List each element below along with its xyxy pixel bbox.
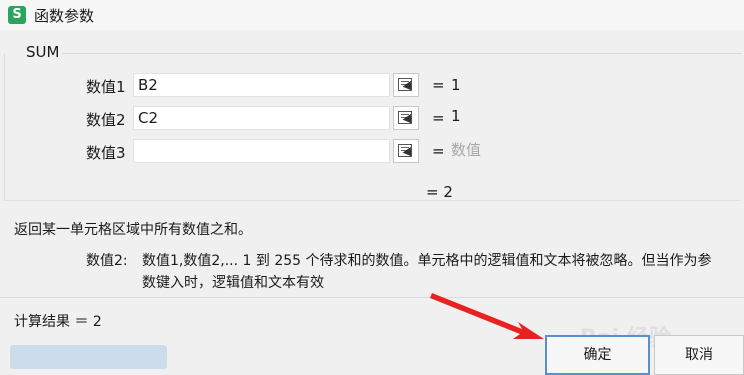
red-arrow-icon xyxy=(430,293,544,339)
annotation-arrow xyxy=(430,293,544,339)
